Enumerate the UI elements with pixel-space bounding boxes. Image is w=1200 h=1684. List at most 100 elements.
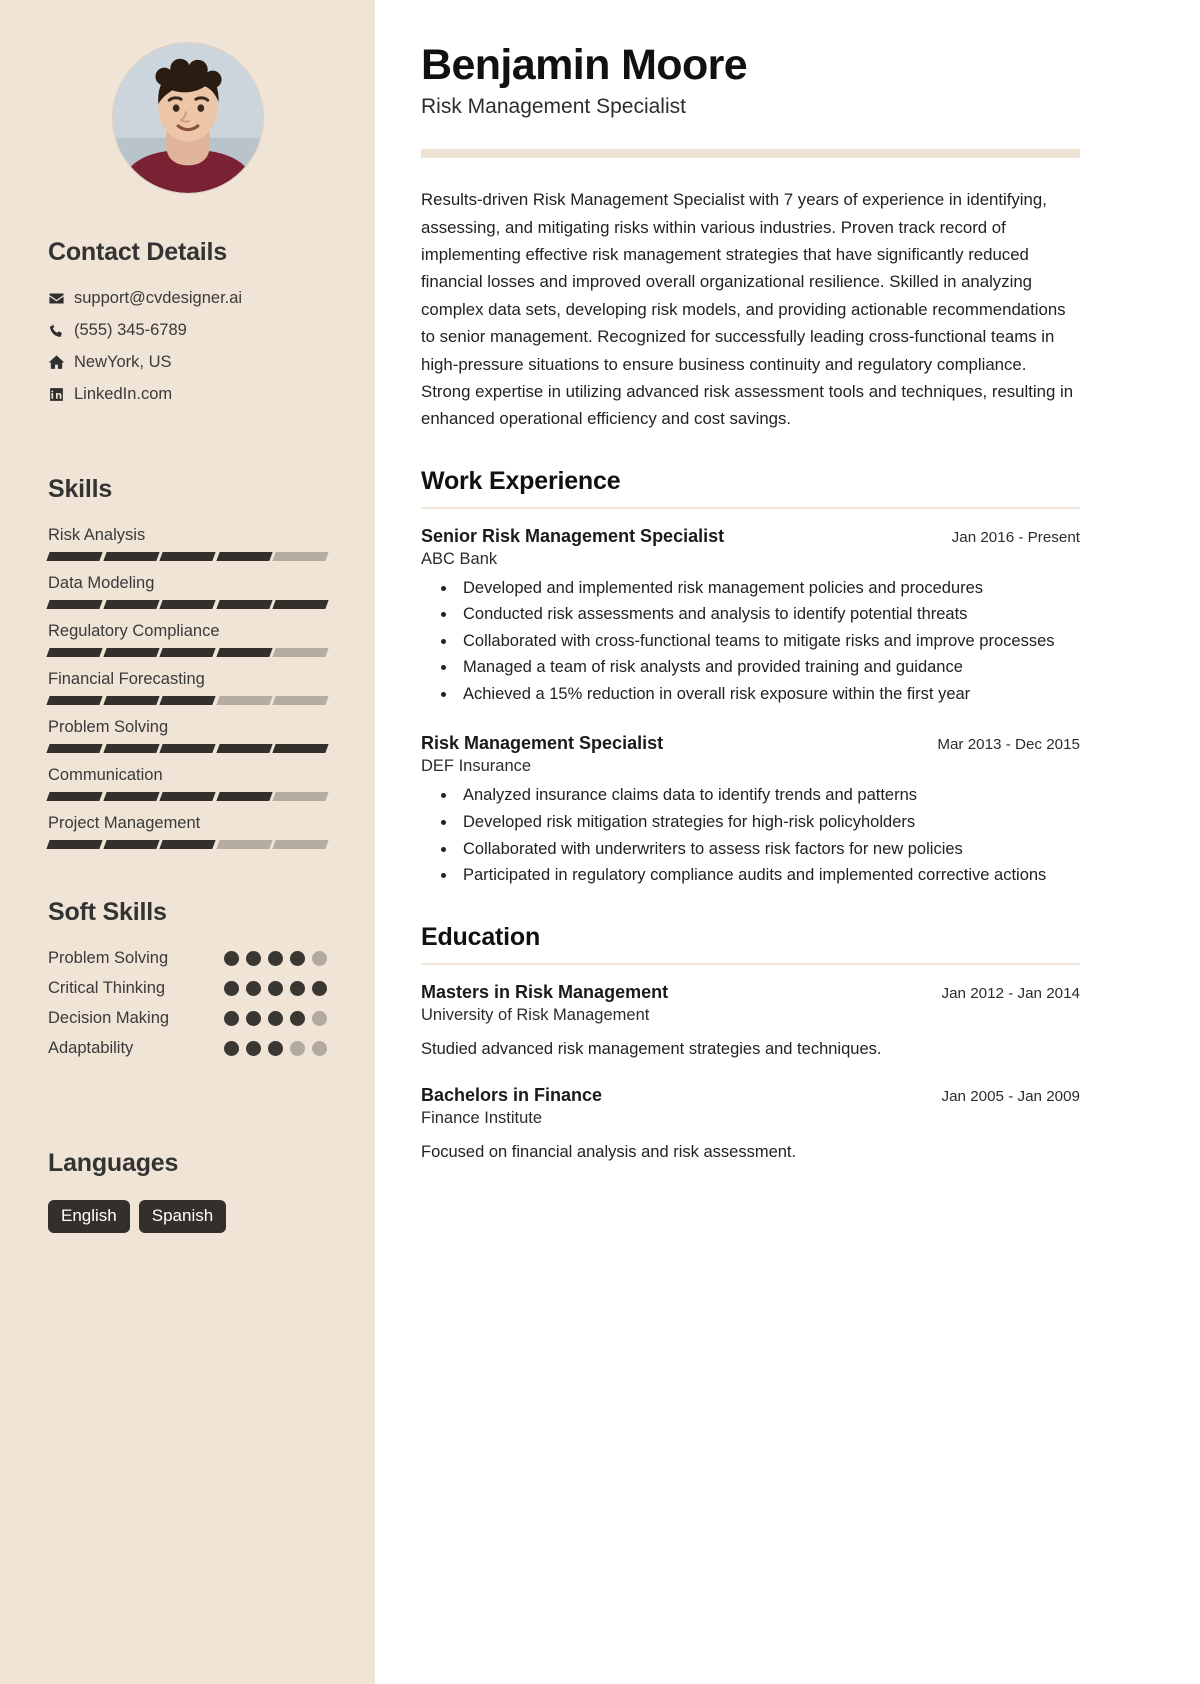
bullet-item: Conducted risk assessments and analysis … [457,602,1080,628]
bullet-item: Achieved a 15% reduction in overall risk… [457,682,1080,708]
job-role-subtitle: Risk Management Specialist [421,95,686,119]
soft-skill-rating [224,1011,327,1026]
home-icon [48,354,74,371]
skill-level-bar [46,696,329,705]
skill-item: Financial Forecasting [46,670,329,705]
education-entry-school: Finance Institute [421,1109,543,1128]
language-chip: Spanish [138,1200,227,1233]
skill-level-segment [46,744,103,753]
skill-level-segment [159,600,216,609]
work-entry-header: Senior Risk Management Specialist Jan 201… [421,526,1080,547]
skill-level-segment [216,600,273,609]
section-divider [421,962,1080,965]
rating-dot [268,981,283,996]
soft-skills-list: Problem Solving Critical Thinking Decision… [48,949,327,1058]
rating-dot [312,1011,327,1026]
resume-page: Contact Details support@cvdesigner.ai (5… [0,0,1200,1684]
work-entry-bullets: Analyzed insurance claims data to identi… [421,783,1080,888]
soft-skill-row: Adaptability [48,1039,327,1058]
skill-level-bar [46,744,329,753]
bullet-item: Collaborated with underwriters to assess… [457,837,1080,863]
rating-dot [312,1041,327,1056]
contact-phone-text: (555) 345-6789 [74,321,187,339]
rating-dot [246,981,261,996]
skill-level-bar [46,840,329,849]
skill-item: Regulatory Compliance [46,622,329,657]
skill-level-segment [102,600,159,609]
work-experience-list: Senior Risk Management Specialist Jan 201… [421,526,1080,889]
contact-heading: Contact Details [48,238,227,266]
bullet-item: Participated in regulatory compliance au… [457,863,1080,889]
skills-heading: Skills [48,475,113,503]
skill-level-segment [102,552,159,561]
skill-name: Risk Analysis [48,526,146,544]
skill-level-segment [102,840,159,849]
contact-item-email[interactable]: support@cvdesigner.ai [48,289,327,308]
skill-level-segment [159,744,216,753]
work-entry: Senior Risk Management Specialist Jan 201… [421,526,1080,708]
soft-skill-row: Problem Solving [48,949,327,968]
skill-name: Communication [48,766,163,784]
avatar-container [0,42,375,194]
education-heading: Education [421,922,541,951]
avatar-photo-icon [112,43,263,193]
soft-skill-rating [224,1041,327,1056]
skill-level-bar [46,792,329,801]
skill-level-segment [159,696,216,705]
rating-dot [224,1041,239,1056]
rating-dot [224,981,239,996]
skill-level-segment [216,552,273,561]
skill-level-segment [102,744,159,753]
contact-item-phone[interactable]: (555) 345-6789 [48,321,327,340]
rating-dot [290,981,305,996]
contact-item-location[interactable]: NewYork, US [48,353,327,372]
education-entry-degree: Masters in Risk Management [421,981,669,1002]
skill-level-segment [46,552,103,561]
work-experience-heading: Work Experience [421,466,621,495]
skill-level-segment [272,744,329,753]
skill-name: Financial Forecasting [48,670,205,688]
envelope-icon [48,290,74,307]
skill-level-segment [46,600,103,609]
skill-level-segment [159,552,216,561]
skill-level-segment [46,696,103,705]
skill-level-segment [46,792,103,801]
education-entry-school: University of Risk Management [421,1005,650,1024]
soft-skill-name: Adaptability [48,1039,134,1057]
rating-dot [268,1011,283,1026]
bullet-item: Developed and implemented risk managemen… [457,576,1080,602]
skill-level-segment [46,648,103,657]
education-entry-date: Jan 2012 - Jan 2014 [941,984,1080,1002]
contact-location-text: NewYork, US [74,353,172,371]
bullet-item: Analyzed insurance claims data to identi… [457,783,1080,809]
skill-item: Problem Solving [46,718,329,753]
rating-dot [268,951,283,966]
education-entry-date: Jan 2005 - Jan 2009 [941,1088,1080,1106]
skill-level-segment [216,648,273,657]
skills-list: Risk Analysis Data Modeling Regulatory Com… [46,526,329,849]
skill-level-bar [46,600,329,609]
skill-level-segment [272,648,329,657]
section-divider [421,506,1080,509]
work-entry-company: DEF Insurance [421,757,532,776]
contact-item-linkedin[interactable]: LinkedIn.com [48,385,327,404]
education-entry-description: Focused on financial analysis and risk a… [421,1143,797,1162]
rating-dot [290,1011,305,1026]
soft-skill-name: Critical Thinking [48,979,166,997]
education-entry-header: Masters in Risk Management Jan 2012 - Jan… [421,982,1080,1003]
contact-list: support@cvdesigner.ai (555) 345-6789 New… [48,289,327,404]
rating-dot [224,951,239,966]
soft-skills-heading: Soft Skills [48,898,167,926]
skill-level-segment [216,792,273,801]
soft-skill-name: Problem Solving [48,949,169,967]
skill-level-segment [216,840,273,849]
rating-dot [312,981,327,996]
languages-list: English Spanish [48,1200,327,1233]
education-entry: Bachelors in Finance Jan 2005 - Jan 2009 F… [421,1085,1080,1165]
profile-summary: Results-driven Risk Management Specialis… [421,190,1074,429]
skill-level-segment [272,600,329,609]
soft-skill-rating [224,981,327,996]
linkedin-icon [48,386,74,403]
